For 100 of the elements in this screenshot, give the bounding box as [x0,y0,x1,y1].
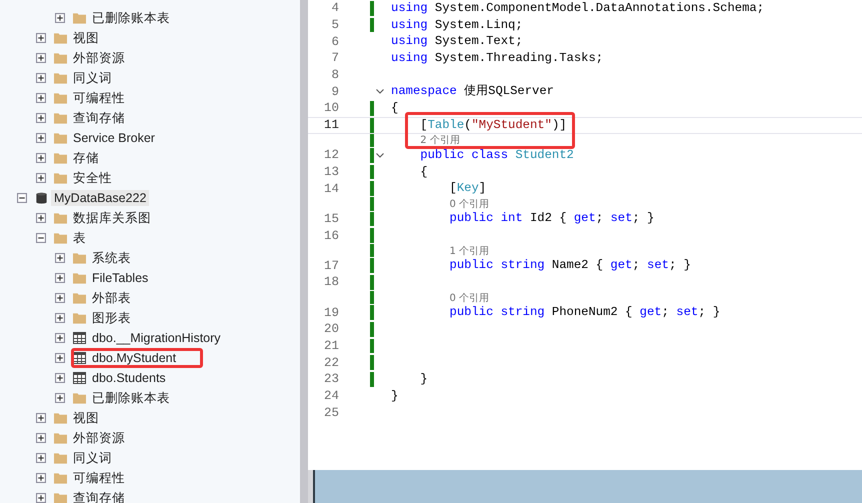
tree-item[interactable]: 可编程性 [70,88,128,108]
expand-toggle-icon[interactable] [55,393,65,403]
tree-item[interactable]: 视图 [70,28,102,48]
tree-item[interactable]: 可编程性 [70,468,128,488]
tree-item[interactable]: 查询存储 [70,108,128,128]
reference-count[interactable]: 2 个引用 [420,133,460,148]
code-line: namespace 使用SQLServer [391,84,554,100]
expand-toggle-icon[interactable] [36,413,46,423]
tree-item[interactable]: Service Broker [70,130,158,146]
expand-toggle-icon[interactable] [36,113,46,123]
tree-item[interactable]: 视图 [70,408,102,428]
expand-toggle-icon[interactable] [36,473,46,483]
tree-item[interactable]: dbo.__MigrationHistory [89,330,224,346]
folder-icon [54,232,67,244]
tree-item[interactable]: 存储 [70,148,102,168]
folder-icon [54,432,67,444]
expand-toggle-icon[interactable] [36,73,46,83]
code-line: { [419,164,428,180]
database-icon [35,192,48,204]
expand-toggle-icon[interactable] [55,273,65,283]
collapse-chevron-icon[interactable] [376,152,384,158]
expand-toggle-icon[interactable] [36,133,46,143]
expand-toggle-icon[interactable] [36,233,46,243]
tree-item[interactable]: MyDataBase222 [51,190,150,206]
code-line: using System.Text; [391,34,523,50]
expand-toggle-icon[interactable] [55,253,65,263]
tree-item[interactable]: FileTables [89,270,152,286]
tree-item[interactable]: 系统表 [89,248,134,268]
tree-item[interactable]: 同义词 [70,68,115,88]
tree-item[interactable]: 安全性 [70,168,115,188]
tree-item[interactable]: 外部资源 [70,48,128,68]
tree-item[interactable]: 外部资源 [70,428,128,448]
expand-toggle-icon[interactable] [36,213,46,223]
line-number: 20 [322,322,339,336]
folder-icon [73,292,86,304]
line-number: 23 [322,372,339,386]
folder-icon [54,472,67,484]
expand-toggle-icon[interactable] [36,493,46,503]
scrollbar[interactable] [300,0,308,503]
line-number: 9 [330,84,339,99]
expand-toggle-icon[interactable] [36,173,46,183]
reference-count[interactable]: 1 个引用 [450,244,490,258]
expand-toggle-icon[interactable] [55,353,65,363]
line-number: 12 [322,148,339,162]
code-line: } [391,388,398,404]
code-line: using System.ComponentModel.DataAnnotations.Schema; [391,0,764,16]
tree-item[interactable]: dbo.MyStudent [89,350,180,366]
folder-icon [54,92,67,104]
expand-toggle-icon[interactable] [55,13,65,23]
line-number: 25 [322,406,339,420]
tree-item[interactable]: 同义词 [70,448,115,468]
folder-icon [54,72,67,84]
folder-icon [73,252,86,264]
reference-count[interactable]: 0 个引用 [450,290,490,305]
line-number: 6 [330,34,339,49]
expand-toggle-icon[interactable] [55,313,65,323]
tree-item[interactable]: 表 [70,228,89,248]
code-line: public class Student2 [419,148,574,163]
tree-item[interactable]: 图形表 [89,308,134,328]
code-line: [Key] [448,181,486,196]
folder-icon [54,172,67,184]
tree-item[interactable]: 外部表 [89,288,134,308]
expand-toggle-icon[interactable] [36,33,46,43]
line-number: 5 [330,18,339,32]
expand-toggle-icon[interactable] [17,193,27,203]
folder-icon [54,32,67,44]
code-line: public string Name2 { get; set; } [448,258,691,274]
tree-item[interactable]: 数据库关系图 [70,208,154,228]
folder-icon [54,212,67,224]
expand-toggle-icon[interactable] [36,453,46,463]
expand-toggle-icon[interactable] [36,153,46,163]
table-grid-icon [73,332,86,344]
reference-count[interactable]: 0 个引用 [450,196,490,211]
folder-icon [73,392,86,404]
tree-item[interactable]: dbo.Students [89,370,169,386]
line-number: 18 [322,275,339,290]
tree-item[interactable]: 已删除账本表 [89,388,173,408]
expand-toggle-icon[interactable] [55,293,65,303]
tree-item[interactable]: 查询存储 [70,488,128,503]
line-number: 13 [322,165,339,180]
folder-icon [54,112,67,124]
code-line: [Table("MyStudent")] [419,118,567,133]
line-number: 15 [322,212,339,226]
expand-toggle-icon[interactable] [36,93,46,103]
line-number: 4 [330,1,339,16]
folder-icon [73,272,86,284]
folder-icon [54,412,67,424]
tree-item[interactable]: 已删除账本表 [89,8,173,28]
expand-toggle-icon[interactable] [55,373,65,383]
code-line: public int Id2 { get; set; } [448,211,654,226]
line-number: 10 [322,101,339,116]
folder-icon [54,132,67,144]
line-number: 14 [322,182,339,196]
expand-toggle-icon[interactable] [55,333,65,343]
folder-icon [54,52,67,64]
folder-icon [54,452,67,464]
expand-toggle-icon[interactable] [36,53,46,63]
expand-toggle-icon[interactable] [36,433,46,443]
table-grid-icon [73,352,86,364]
collapse-chevron-icon[interactable] [376,89,384,94]
